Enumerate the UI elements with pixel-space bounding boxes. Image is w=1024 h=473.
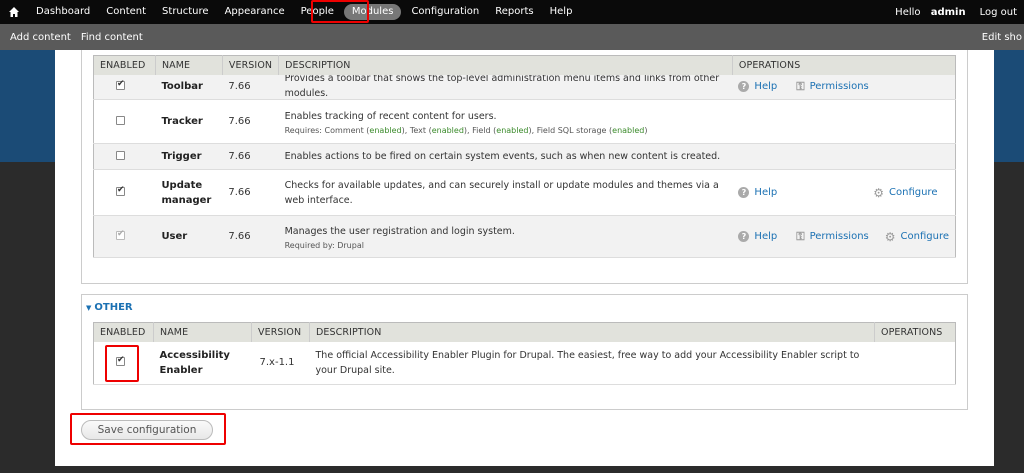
col-version: VERSION bbox=[222, 55, 280, 75]
core-modules-fieldset: ENABLED NAME VERSION DESCRIPTION OPERATI… bbox=[81, 50, 968, 284]
username-link[interactable]: admin bbox=[931, 7, 966, 18]
modules-highlight-box bbox=[311, 0, 369, 23]
table-row: Tracker 7.66 Enables tracking of recent … bbox=[93, 99, 956, 144]
configure-label: Configure bbox=[900, 231, 949, 242]
help-link[interactable]: ? Help bbox=[738, 81, 778, 93]
menu-appearance[interactable]: Appearance bbox=[217, 0, 293, 24]
col-enabled: ENABLED bbox=[93, 55, 156, 75]
module-version: 7.66 bbox=[222, 143, 279, 170]
col-name: NAME bbox=[153, 322, 252, 342]
configure-link[interactable]: ⚙ Configure bbox=[884, 229, 949, 244]
help-icon: ? bbox=[738, 231, 750, 242]
menu-reports[interactable]: Reports bbox=[487, 0, 541, 24]
table-row: Toolbar 7.66 Provides a toolbar that sho… bbox=[93, 74, 956, 100]
home-icon[interactable] bbox=[0, 0, 28, 24]
menu-configuration[interactable]: Configuration bbox=[403, 0, 487, 24]
col-version: VERSION bbox=[251, 322, 310, 342]
other-legend-label: OTHER bbox=[94, 302, 133, 313]
module-description: Provides a toolbar that shows the top-le… bbox=[284, 74, 720, 97]
col-name: NAME bbox=[155, 55, 223, 75]
shortcut-add-content[interactable]: Add content bbox=[0, 32, 77, 43]
module-name: Trigger bbox=[161, 151, 202, 162]
requires-label: Requires: bbox=[284, 125, 325, 135]
col-enabled: ENABLED bbox=[93, 322, 154, 342]
configure-link[interactable]: ⚙ Configure bbox=[873, 185, 938, 200]
module-version: 7.66 bbox=[222, 169, 279, 216]
help-label: Help bbox=[754, 81, 778, 93]
table-row: Accessibility Enabler 7.x-1.1 The offici… bbox=[93, 341, 956, 385]
col-operations: OPERATIONS bbox=[732, 55, 956, 75]
permissions-label: Permissions bbox=[809, 231, 869, 242]
key-icon: ⚿ bbox=[796, 229, 805, 243]
modules-page-content: ENABLED NAME VERSION DESCRIPTION OPERATI… bbox=[55, 50, 994, 466]
menu-content[interactable]: Content bbox=[98, 0, 154, 24]
help-icon: ? bbox=[738, 81, 750, 93]
toolbar-menu: Dashboard Content Structure Appearance P… bbox=[28, 0, 580, 24]
module-description: Enables actions to be fired on certain s… bbox=[284, 151, 721, 162]
help-link[interactable]: ? Help bbox=[738, 187, 777, 198]
shortcuts-bar: Add content Find content Edit sho bbox=[0, 24, 1024, 50]
module-description: Manages the user registration and login … bbox=[284, 225, 515, 237]
admin-toolbar: Dashboard Content Structure Appearance P… bbox=[0, 0, 1024, 24]
req-item: Field (enabled), bbox=[472, 125, 537, 135]
help-label: Help bbox=[754, 187, 778, 198]
other-modules-fieldset: ▼ OTHER ENABLED NAME VERSION DESCRIPTION… bbox=[81, 294, 968, 410]
help-label: Help bbox=[754, 231, 778, 242]
greeting: Hello admin bbox=[881, 7, 972, 18]
configure-label: Configure bbox=[889, 187, 938, 198]
menu-help[interactable]: Help bbox=[542, 0, 581, 24]
enable-checkbox-update-manager[interactable] bbox=[116, 185, 125, 196]
table-row: Update manager 7.66 Checks for available… bbox=[93, 169, 956, 216]
other-fieldset-legend[interactable]: ▼ OTHER bbox=[86, 302, 133, 313]
enable-checkbox-toolbar[interactable] bbox=[116, 79, 125, 90]
module-required-by: Required by: Drupal bbox=[284, 240, 364, 250]
module-name: Toolbar bbox=[161, 81, 203, 93]
edit-shortcuts-link[interactable]: Edit sho bbox=[982, 32, 1024, 43]
col-operations: OPERATIONS bbox=[874, 322, 956, 342]
col-description: DESCRIPTION bbox=[309, 322, 875, 342]
help-link[interactable]: ? Help bbox=[738, 231, 777, 242]
permissions-link[interactable]: ⚿ Permissions bbox=[796, 79, 869, 93]
module-version: 7.66 bbox=[222, 74, 279, 100]
module-description: Checks for available updates, and can se… bbox=[284, 179, 719, 206]
help-icon: ? bbox=[738, 187, 750, 198]
shortcut-find-content[interactable]: Find content bbox=[77, 32, 149, 43]
enable-checkbox-trigger[interactable] bbox=[116, 150, 125, 160]
module-description: Enables tracking of recent content for u… bbox=[284, 110, 497, 122]
permissions-link[interactable]: ⚿ Permissions bbox=[796, 229, 869, 243]
collapse-triangle-icon: ▼ bbox=[86, 303, 92, 312]
core-modules-table: ENABLED NAME VERSION DESCRIPTION OPERATI… bbox=[93, 55, 956, 258]
module-version: 7.66 bbox=[222, 215, 279, 258]
menu-structure[interactable]: Structure bbox=[154, 0, 217, 24]
module-name: Tracker bbox=[161, 116, 203, 127]
module-version: 7.66 bbox=[222, 99, 279, 144]
col-description: DESCRIPTION bbox=[278, 55, 733, 75]
enable-checkbox-tracker[interactable] bbox=[116, 115, 125, 125]
module-name: User bbox=[161, 231, 188, 242]
req-item: Text (enabled), bbox=[409, 125, 473, 135]
gear-icon: ⚙ bbox=[884, 229, 896, 244]
module-description: The official Accessibility Enabler Plugi… bbox=[315, 349, 860, 376]
greeting-prefix: Hello bbox=[895, 6, 924, 18]
module-name: Accessibility Enabler bbox=[159, 349, 230, 376]
enable-checkbox-user bbox=[116, 229, 125, 240]
permissions-label: Permissions bbox=[809, 81, 869, 93]
gear-icon: ⚙ bbox=[873, 185, 884, 200]
save-button-highlight-box bbox=[70, 413, 226, 445]
module-requires: Requires: Comment (enabled), Text (enabl… bbox=[285, 126, 727, 135]
req-item: Field SQL storage (enabled) bbox=[536, 125, 648, 135]
toolbar-user-area: Hello admin Log out bbox=[881, 0, 1024, 24]
logout-link[interactable]: Log out bbox=[973, 7, 1024, 18]
req-item: Comment (enabled), bbox=[324, 125, 410, 135]
key-icon: ⚿ bbox=[796, 79, 805, 93]
table-row: Trigger 7.66 Enables actions to be fired… bbox=[93, 143, 956, 170]
checkbox-highlight-box bbox=[105, 345, 139, 382]
menu-dashboard[interactable]: Dashboard bbox=[28, 0, 98, 24]
module-name: Update manager bbox=[161, 179, 212, 206]
other-modules-table: ENABLED NAME VERSION DESCRIPTION OPERATI… bbox=[93, 322, 956, 385]
module-version: 7.x-1.1 bbox=[251, 341, 310, 385]
table-row: User 7.66 Manages the user registration … bbox=[93, 215, 956, 258]
